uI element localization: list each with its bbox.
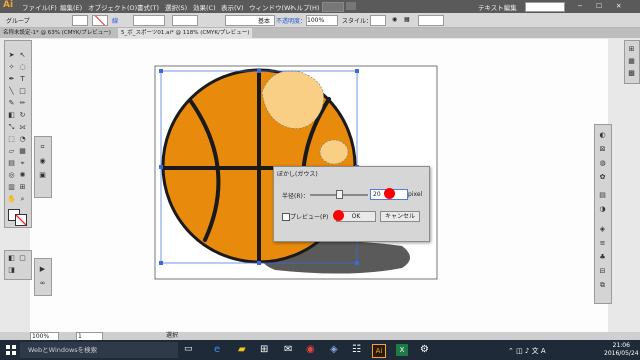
taskbar-search-box[interactable]: WebとWindowsを検索 [20, 342, 178, 358]
task-view-icon[interactable]: ▭ [184, 344, 196, 356]
symbols-icon[interactable]: ♣ [598, 253, 607, 261]
line-tool-icon[interactable]: ╲ [7, 87, 16, 95]
file-explorer-icon[interactable]: ▰ [238, 344, 250, 356]
symbol-sprayer-tool-icon[interactable]: ✺ [18, 171, 27, 179]
stroke-color-icon[interactable] [15, 214, 27, 226]
free-transform-tool-icon[interactable]: ⬚ [7, 135, 16, 143]
app-icon-3[interactable]: ☷ [352, 344, 364, 356]
color-icon[interactable]: ◐ [598, 131, 607, 139]
store-icon[interactable]: ⊞ [260, 344, 272, 356]
selection-tool-icon[interactable]: ➤ [7, 51, 16, 59]
tray-icons[interactable]: ⌃ ◫ ♪ 文 A [508, 346, 546, 356]
eye-icon[interactable]: ◉ [38, 157, 47, 165]
pathfinder-icon[interactable]: ⧉ [598, 281, 607, 289]
graphic-styles-icon[interactable]: ◈ [598, 225, 607, 233]
lasso-tool-icon[interactable]: ◌ [18, 63, 27, 71]
gaussian-blur-dialog: ぼかし(ガウス) 半径(R)： 20 pixel プレビュー(P) OK キャン… [273, 166, 430, 242]
gradient-panel-icon[interactable]: ▤ [598, 191, 607, 199]
draw-normal-icon[interactable]: ◧ [7, 254, 16, 262]
swatches-icon[interactable]: ▩ [627, 69, 636, 77]
app-icon-2[interactable]: ◈ [330, 344, 342, 356]
eraser-tool-icon[interactable]: ◧ [7, 111, 16, 119]
brushes-icon[interactable]: ✿ [598, 173, 607, 181]
taskbar-clock[interactable]: 21:06 2016/05/24 [604, 342, 639, 358]
excel-icon[interactable]: X [396, 344, 408, 356]
graph-tool-icon[interactable]: ▥ [7, 183, 16, 191]
magic-wand-tool-icon[interactable]: ✧ [7, 63, 16, 71]
crop-icon[interactable]: ⌗ [38, 143, 47, 151]
width-tool-icon[interactable]: ⟗ [18, 123, 27, 131]
radius-unit: pixel [408, 191, 423, 198]
color-picker-icon[interactable]: ⊠ [598, 145, 607, 153]
dialog-title: ぼかし(ガウス) [277, 171, 318, 178]
draw-behind-icon[interactable]: ◨ [7, 266, 16, 274]
windows-taskbar: WebとWindowsを検索 ▭ e ▰ ⊞ ✉ ◉ ◈ ☷ Ai X ⚙ ⌃ … [0, 340, 640, 360]
appearance-icon[interactable]: ◍ [598, 159, 607, 167]
clock-time: 21:06 [612, 342, 630, 349]
radius-slider-thumb[interactable] [336, 190, 343, 199]
hand-tool-icon[interactable]: ✋ [7, 195, 16, 203]
status-bar: 100% 1 選択 [0, 332, 640, 341]
screen-mode-icon[interactable]: ▢ [18, 254, 27, 262]
pencil-tool-icon[interactable]: ✏ [18, 99, 27, 107]
rectangle-tool-icon[interactable]: □ [18, 87, 27, 95]
align-panel-icon[interactable]: ⊟ [598, 267, 607, 275]
blend-tool-icon[interactable]: ◎ [7, 171, 16, 179]
illustrator-taskbar-icon[interactable]: Ai [372, 344, 386, 358]
gradient-tool-icon[interactable]: ▤ [7, 159, 16, 167]
color-guide-icon[interactable]: ▦ [627, 57, 636, 65]
tools-panel: ➤ ↖ ✧ ◌ ✒ T ╲ □ ✎ ✏ ◧ ↻ ⤡ ⟗ ⬚ ◔ ▱ ▦ ▤ ⌖ … [4, 40, 32, 228]
eyedropper-tool-icon[interactable]: ⌖ [18, 159, 27, 167]
transparency-icon[interactable]: ◑ [598, 205, 607, 213]
status-mode[interactable]: 選択 [166, 332, 178, 340]
rotate-tool-icon[interactable]: ↻ [18, 111, 27, 119]
brush-tool-icon[interactable]: ✎ [7, 99, 16, 107]
pen-tool-icon[interactable]: ✒ [7, 75, 16, 83]
mail-icon[interactable]: ✉ [284, 344, 296, 356]
properties-icon[interactable]: ⊞ [627, 45, 636, 53]
shape-builder-tool-icon[interactable]: ◔ [18, 135, 27, 143]
right-panel-main: ◐ ⊠ ◍ ✿ ▤ ◑ ◈ ≡ ♣ ⊟ ⧉ [594, 124, 612, 304]
right-panel-top: ⊞ ▦ ▩ [624, 40, 640, 84]
preview-checkbox[interactable] [282, 213, 290, 221]
ball-highlight-small[interactable] [319, 139, 349, 165]
drawing-mode-panel: ◧ ▢ ◨ [4, 250, 32, 280]
play-panel: ▶ ∞ [34, 258, 52, 296]
artboard-tool-icon[interactable]: ⊞ [18, 183, 27, 191]
stroke-panel-icon[interactable]: ≡ [598, 239, 607, 247]
highlight-marker-radius [384, 188, 395, 199]
cancel-button[interactable]: キャンセル [380, 211, 420, 222]
layers-icon[interactable]: ▣ [38, 171, 47, 179]
edge-icon[interactable]: e [214, 344, 226, 356]
perspective-tool-icon[interactable]: ▱ [7, 147, 16, 155]
chrome-icon[interactable]: ◉ [306, 344, 318, 356]
type-tool-icon[interactable]: T [18, 75, 27, 83]
mesh-tool-icon[interactable]: ▦ [18, 147, 27, 155]
radius-label: 半径(R)： [282, 193, 309, 200]
clock-date: 2016/05/24 [604, 350, 639, 357]
secondary-tool-panel: ⌗ ◉ ▣ [34, 136, 52, 198]
zoom-tool-icon[interactable]: ⌕ [18, 195, 27, 203]
direct-selection-tool-icon[interactable]: ↖ [18, 51, 27, 59]
play-icon[interactable]: ▶ [38, 265, 47, 273]
app-icon-4[interactable]: ⚙ [420, 344, 432, 356]
preview-label: プレビュー(P) [290, 214, 329, 221]
link-icon[interactable]: ∞ [38, 279, 47, 287]
highlight-marker-ok [333, 210, 344, 221]
windows-start-icon[interactable] [6, 345, 16, 355]
scale-tool-icon[interactable]: ⤡ [7, 123, 16, 131]
